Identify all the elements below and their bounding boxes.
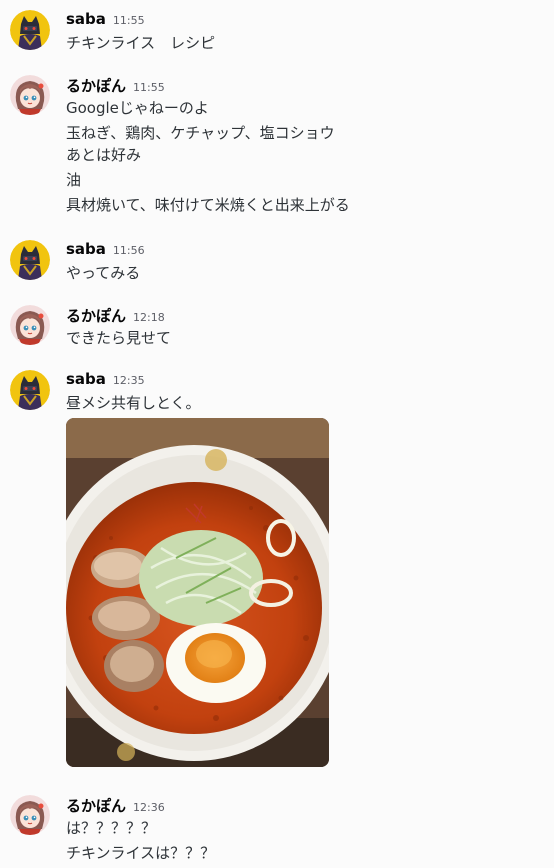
dark-cat-avatar-icon	[10, 370, 50, 410]
avatar-rukapon[interactable]	[10, 305, 50, 345]
message-text: チキンライス レシピ	[66, 34, 216, 52]
message-text: やってみる	[66, 264, 141, 282]
message-text: 油	[66, 171, 82, 189]
dark-cat-avatar-icon	[10, 10, 50, 50]
avatar-rukapon[interactable]	[10, 75, 50, 115]
username[interactable]: saba	[66, 370, 106, 388]
message-text: 具材焼いて、味付けて米焼くと出来上がる	[66, 196, 350, 214]
ramen-photo-attachment[interactable]	[66, 418, 329, 767]
dark-cat-avatar-icon	[10, 240, 50, 280]
message-text: Googleじゃねーのよ	[66, 99, 209, 117]
message-text: 玉ねぎ、鶏肉、ケチャップ、塩コショウ	[66, 124, 335, 142]
message-header: るかぽん 12:18	[66, 305, 165, 327]
message-content: Googleじゃねーのよ 玉ねぎ、鶏肉、ケチャップ、塩コショウ あとは好み 油 …	[66, 97, 350, 216]
avatar-saba[interactable]	[10, 10, 50, 50]
message-header: るかぽん 12:36	[66, 795, 165, 817]
message-content: できたら見せて	[66, 327, 171, 349]
message-content: 昼メシ共有しとく。	[66, 392, 201, 414]
message-header: るかぽん 11:55	[66, 75, 165, 97]
username[interactable]: るかぽん	[66, 795, 126, 816]
anime-girl-avatar-icon	[10, 305, 50, 345]
timestamp[interactable]: 11:56	[113, 244, 145, 257]
timestamp[interactable]: 11:55	[113, 14, 145, 27]
message-header: saba 11:55	[66, 10, 145, 32]
anime-girl-avatar-icon	[10, 75, 50, 115]
message-text: できたら見せて	[66, 329, 172, 347]
message-text: は？？？？？	[66, 819, 157, 837]
message-content: は？？？？？ チキンライスは？？？	[66, 817, 215, 864]
timestamp[interactable]: 12:35	[113, 374, 145, 387]
timestamp[interactable]: 12:18	[133, 311, 165, 324]
username[interactable]: るかぽん	[66, 75, 126, 96]
ramen-photo	[66, 418, 329, 767]
username[interactable]: saba	[66, 10, 106, 28]
message-content: チキンライス レシピ	[66, 32, 215, 54]
chat-messages: saba 11:55 チキンライス レシピ るかぽん 11:55 Googleじ…	[0, 0, 554, 868]
timestamp[interactable]: 11:55	[133, 81, 165, 94]
username[interactable]: るかぽん	[66, 305, 126, 326]
message-text: あとは好み	[66, 146, 142, 164]
message-content: やってみる	[66, 262, 140, 284]
message-header: saba 12:35	[66, 370, 145, 392]
message-header: saba 11:56	[66, 240, 145, 262]
avatar-saba[interactable]	[10, 240, 50, 280]
username[interactable]: saba	[66, 240, 106, 258]
message-text: チキンライスは？？？	[66, 844, 216, 862]
timestamp[interactable]: 12:36	[133, 801, 165, 814]
message-text: 昼メシ共有しとく。	[66, 394, 201, 412]
avatar-rukapon[interactable]	[10, 795, 50, 835]
anime-girl-avatar-icon	[10, 795, 50, 835]
avatar-saba[interactable]	[10, 370, 50, 410]
